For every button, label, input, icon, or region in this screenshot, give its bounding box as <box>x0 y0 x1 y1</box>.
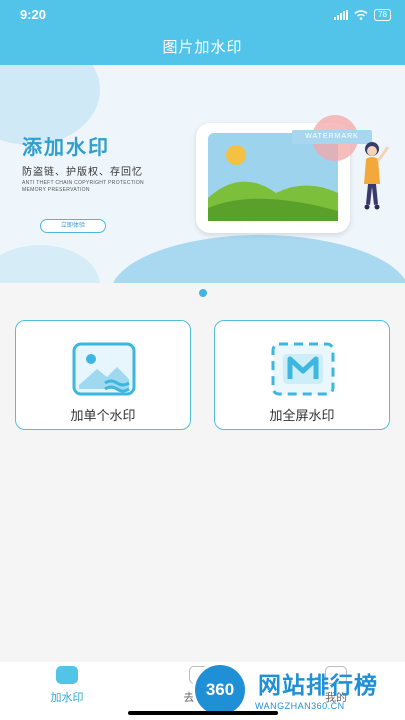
page-title: 图片加水印 <box>162 39 243 56</box>
signal-icon <box>334 10 349 20</box>
girl-illustration-icon <box>364 142 390 210</box>
status-icons: 78 <box>334 9 391 21</box>
banner-decor-shape <box>110 235 405 283</box>
banner-english-line: ANTI THEFT CHAIN COPYRIGHT PROTECTION <box>22 180 144 186</box>
logo-badge: 360 <box>195 665 245 715</box>
watermark-tab-icon <box>56 666 78 684</box>
wifi-icon <box>354 10 368 20</box>
card-label: 加全屏水印 <box>269 408 335 423</box>
tab-label: 加水印 <box>50 692 84 704</box>
promo-banner[interactable]: 添加水印 防盗链、护版权、存回忆 ANTI THEFT CHAIN COPYRI… <box>0 65 405 283</box>
add-single-watermark-button[interactable]: 加单个水印 <box>15 320 191 430</box>
tab-add-watermark[interactable]: 加水印 <box>27 666 107 705</box>
status-time: 9:20 <box>20 7 47 22</box>
banner-subtitle: 防盗链、护版权、存回忆 <box>22 167 143 178</box>
carousel-indicator[interactable] <box>199 289 207 297</box>
home-indicator <box>128 711 278 715</box>
try-now-button[interactable]: 立即体验 <box>40 219 106 233</box>
banner-decor-shape <box>0 245 100 283</box>
banner-title: 添加水印 <box>22 137 110 159</box>
battery-icon: 78 <box>374 9 391 21</box>
add-fullscreen-watermark-button[interactable]: 加全屏水印 <box>214 320 390 430</box>
logo-url: WANGZHAN360.CN <box>255 701 345 711</box>
single-watermark-icon <box>72 342 136 396</box>
fullscreen-watermark-icon <box>271 342 335 396</box>
card-label: 加单个水印 <box>70 408 136 423</box>
logo-text: 网站排行榜 <box>258 672 378 698</box>
banner-english-line: MEMORY PRESERVATION <box>22 187 90 193</box>
app-header: 9:20 78 图片加水印 <box>0 0 405 65</box>
